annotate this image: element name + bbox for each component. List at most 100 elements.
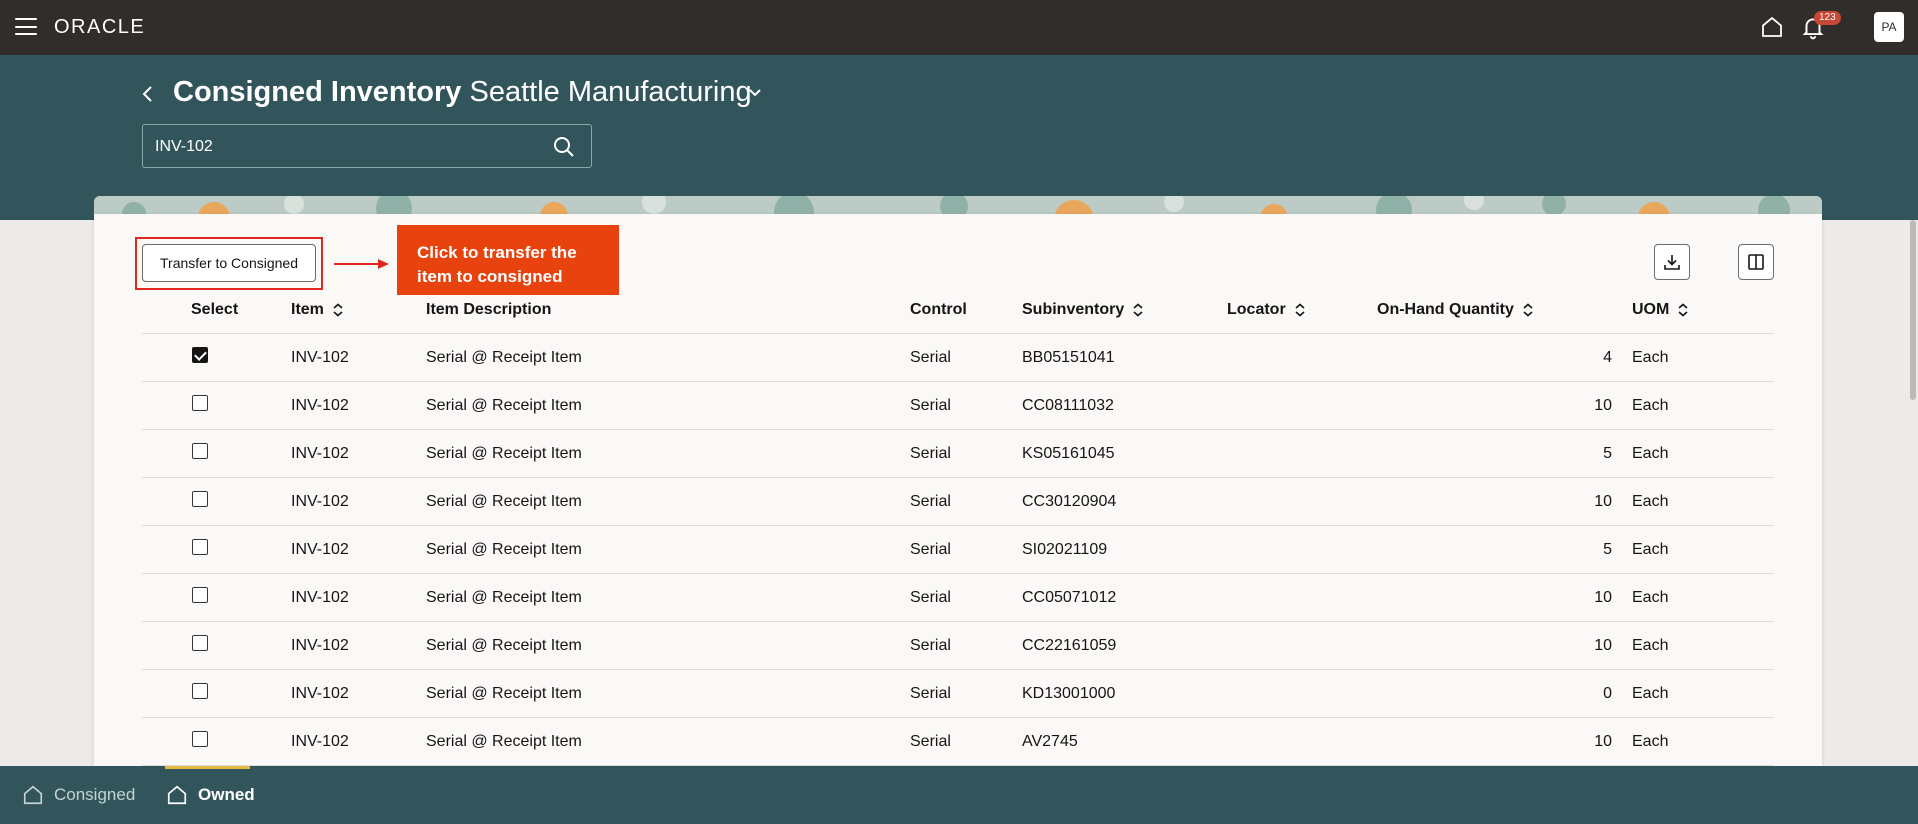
user-avatar[interactable]: PA: [1874, 12, 1904, 42]
home-icon: [167, 785, 187, 805]
cell-description: Serial @ Receipt Item: [426, 637, 582, 654]
cell-description: Serial @ Receipt Item: [426, 445, 582, 462]
cell-subinventory: CC05071012: [1022, 589, 1117, 606]
back-arrow-icon[interactable]: [140, 84, 156, 104]
sort-icon[interactable]: [332, 303, 344, 317]
cell-subinventory: AV2745: [1022, 733, 1078, 750]
row-select-checkbox[interactable]: [192, 347, 208, 363]
table-row[interactable]: INV-102 Serial @ Receipt Item Serial AV2…: [142, 718, 1774, 766]
cell-uom: Each: [1632, 541, 1669, 558]
active-tab-indicator: [165, 766, 250, 769]
hamburger-menu-icon[interactable]: [15, 18, 37, 35]
table-row[interactable]: INV-102 Serial @ Receipt Item Serial KS0…: [142, 430, 1774, 478]
table-row[interactable]: INV-102 Serial @ Receipt Item Serial CC2…: [142, 622, 1774, 670]
column-header-select: Select: [191, 301, 238, 319]
cell-control: Serial: [910, 493, 951, 510]
cell-description: Serial @ Receipt Item: [426, 733, 582, 750]
cell-description: Serial @ Receipt Item: [426, 349, 582, 366]
cell-description: Serial @ Receipt Item: [426, 541, 582, 558]
table-row[interactable]: INV-102 Serial @ Receipt Item Serial BB0…: [142, 334, 1774, 382]
column-header-label: Select: [191, 301, 239, 318]
cell-control: Serial: [910, 445, 951, 462]
cell-item: INV-102: [291, 397, 349, 414]
notification-count-badge: 123: [1814, 11, 1841, 25]
column-header-uom[interactable]: UOM: [1632, 301, 1689, 319]
row-select-checkbox[interactable]: [192, 443, 208, 459]
sort-icon[interactable]: [1522, 303, 1534, 317]
sort-icon[interactable]: [1132, 303, 1144, 317]
column-header-control: Control: [910, 301, 967, 319]
cell-control: Serial: [910, 637, 951, 654]
cell-quantity: 10: [1594, 397, 1612, 414]
cell-uom: Each: [1632, 637, 1669, 654]
search-icon[interactable]: [553, 136, 575, 158]
oracle-logo: ORACLE: [54, 16, 146, 38]
cell-item: INV-102: [291, 685, 349, 702]
column-header-label: Control: [910, 301, 967, 318]
cell-control: Serial: [910, 541, 951, 558]
row-select-checkbox[interactable]: [192, 491, 208, 507]
column-header-label: On-Hand Quantity: [1377, 301, 1514, 318]
cell-quantity: 10: [1594, 733, 1612, 750]
table-row[interactable]: INV-102 Serial @ Receipt Item Serial SI0…: [142, 526, 1774, 574]
column-header-item[interactable]: Item: [291, 301, 344, 319]
cell-subinventory: CC30120904: [1022, 493, 1117, 510]
row-select-checkbox[interactable]: [192, 635, 208, 651]
cell-uom: Each: [1632, 685, 1669, 702]
row-select-checkbox[interactable]: [192, 731, 208, 747]
row-select-checkbox[interactable]: [192, 539, 208, 555]
cell-control: Serial: [910, 685, 951, 702]
table-row[interactable]: INV-102 Serial @ Receipt Item Serial KD1…: [142, 670, 1774, 718]
column-layout-button[interactable]: [1738, 244, 1774, 280]
cell-quantity: 4: [1603, 349, 1612, 366]
cell-subinventory: KD13001000: [1022, 685, 1116, 702]
row-select-checkbox[interactable]: [192, 395, 208, 411]
column-header-quantity[interactable]: On-Hand Quantity: [1377, 301, 1534, 319]
column-header-label: UOM: [1632, 301, 1670, 318]
home-icon[interactable]: [1760, 15, 1784, 39]
cell-uom: Each: [1632, 349, 1669, 366]
page-scrollbar[interactable]: [1910, 220, 1916, 400]
cell-control: Serial: [910, 733, 951, 750]
page-title: Consigned Inventory Seattle Manufacturin…: [173, 76, 752, 109]
sort-icon[interactable]: [1677, 303, 1689, 317]
cell-description: Serial @ Receipt Item: [426, 397, 582, 414]
cell-item: INV-102: [291, 493, 349, 510]
column-header-locator[interactable]: Locator: [1227, 301, 1306, 319]
cell-item: INV-102: [291, 637, 349, 654]
cell-quantity: 10: [1594, 589, 1612, 606]
row-select-checkbox[interactable]: [192, 683, 208, 699]
cell-subinventory: CC22161059: [1022, 637, 1117, 654]
row-select-checkbox[interactable]: [192, 587, 208, 603]
table-row[interactable]: INV-102 Serial @ Receipt Item Serial CC0…: [142, 382, 1774, 430]
download-icon: [1664, 255, 1680, 270]
column-header-description: Item Description: [426, 301, 551, 319]
nav-tab-owned[interactable]: Owned: [166, 766, 255, 824]
cell-quantity: 10: [1594, 493, 1612, 510]
cell-uom: Each: [1632, 445, 1669, 462]
chevron-down-icon[interactable]: [748, 88, 762, 98]
home-icon: [23, 785, 43, 805]
cell-uom: Each: [1632, 733, 1669, 750]
cell-subinventory: BB05151041: [1022, 349, 1115, 366]
cell-uom: Each: [1632, 397, 1669, 414]
sort-icon[interactable]: [1294, 303, 1306, 317]
column-header-label: Item: [291, 301, 324, 318]
search-input[interactable]: INV-102: [142, 124, 592, 168]
nav-tab-label: Owned: [198, 785, 255, 804]
nav-tab-consigned[interactable]: Consigned: [22, 766, 135, 824]
table-header: Select Item Item Description Control Sub…: [142, 286, 1774, 334]
top-bar: ORACLE 123 PA: [0, 0, 1918, 55]
search-input-value: INV-102: [155, 138, 213, 155]
page-title-main: Consigned Inventory: [173, 76, 462, 108]
column-header-subinventory[interactable]: Subinventory: [1022, 301, 1144, 319]
transfer-to-consigned-button[interactable]: Transfer to Consigned: [142, 244, 316, 282]
cell-description: Serial @ Receipt Item: [426, 685, 582, 702]
cell-subinventory: SI02021109: [1022, 541, 1108, 558]
table-row[interactable]: INV-102 Serial @ Receipt Item Serial CC3…: [142, 478, 1774, 526]
table-row[interactable]: INV-102 Serial @ Receipt Item Serial CC0…: [142, 574, 1774, 622]
download-button[interactable]: [1654, 244, 1690, 280]
column-header-label: Subinventory: [1022, 301, 1125, 318]
cell-quantity: 5: [1603, 541, 1612, 558]
column-header-label: Item Description: [426, 301, 552, 318]
